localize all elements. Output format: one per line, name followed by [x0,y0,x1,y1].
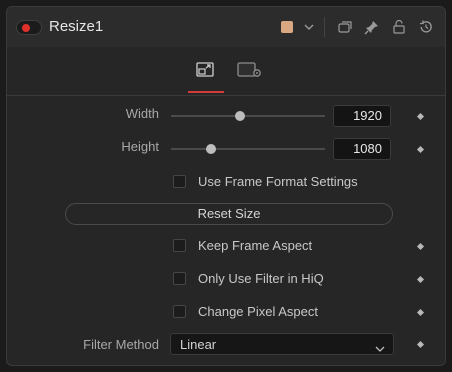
keep-frame-aspect-label: Keep Frame Aspect [198,238,313,253]
change-pixel-aspect-keyframe-icon[interactable] [416,308,425,317]
tab-controls[interactable] [195,60,217,80]
only-use-filter-hiq-label: Only Use Filter in HiQ [198,271,324,286]
node-title: Resize1 [49,18,104,35]
width-field[interactable]: 1920 [333,105,391,127]
node-color-swatch[interactable] [281,21,293,33]
filter-method-keyframe-icon[interactable] [416,340,425,349]
reset-icon[interactable] [417,18,435,36]
height-keyframe-icon[interactable] [416,145,425,154]
only-use-filter-hiq-checkbox[interactable] [173,272,186,285]
inspector-tabs [7,47,445,96]
filter-method-label: Filter Method [83,337,159,352]
tab-settings[interactable] [237,60,261,80]
width-keyframe-icon[interactable] [416,112,425,121]
dropdown-chevron-icon[interactable] [300,18,318,36]
use-frame-format-checkbox[interactable] [173,175,186,188]
height-field[interactable]: 1080 [333,138,391,160]
change-pixel-aspect-checkbox[interactable] [173,305,186,318]
pin-icon[interactable] [363,18,381,36]
keep-frame-aspect-keyframe-icon[interactable] [416,242,425,251]
width-slider-thumb[interactable] [235,111,246,121]
node-header: Resize1 [7,7,445,48]
active-tab-indicator [188,91,224,93]
height-label: Height [121,139,159,154]
height-slider-track [171,148,325,150]
node-enable-toggle[interactable] [16,20,42,35]
only-use-filter-hiq-keyframe-icon[interactable] [416,275,425,284]
copy-icon[interactable] [336,18,354,36]
chevron-down-icon [375,340,385,352]
keep-frame-aspect-checkbox[interactable] [173,239,186,252]
width-slider[interactable] [171,111,325,121]
header-divider [324,17,325,37]
enabled-indicator-icon [22,24,30,32]
reset-size-button[interactable]: Reset Size [65,203,393,225]
width-label: Width [125,106,159,121]
filter-method-value: Linear [180,337,217,352]
inspector-panel: Resize1 Width 1920 Height 1080 Use Frame… [6,6,446,366]
height-slider[interactable] [171,144,325,154]
use-frame-format-label: Use Frame Format Settings [198,174,358,189]
settings-icon [237,62,261,77]
filter-method-select[interactable]: Linear [170,333,394,355]
change-pixel-aspect-label: Change Pixel Aspect [198,304,318,319]
resize-icon [196,62,214,77]
height-slider-thumb[interactable] [206,144,217,154]
lock-icon[interactable] [390,18,408,36]
width-slider-track [171,115,325,117]
